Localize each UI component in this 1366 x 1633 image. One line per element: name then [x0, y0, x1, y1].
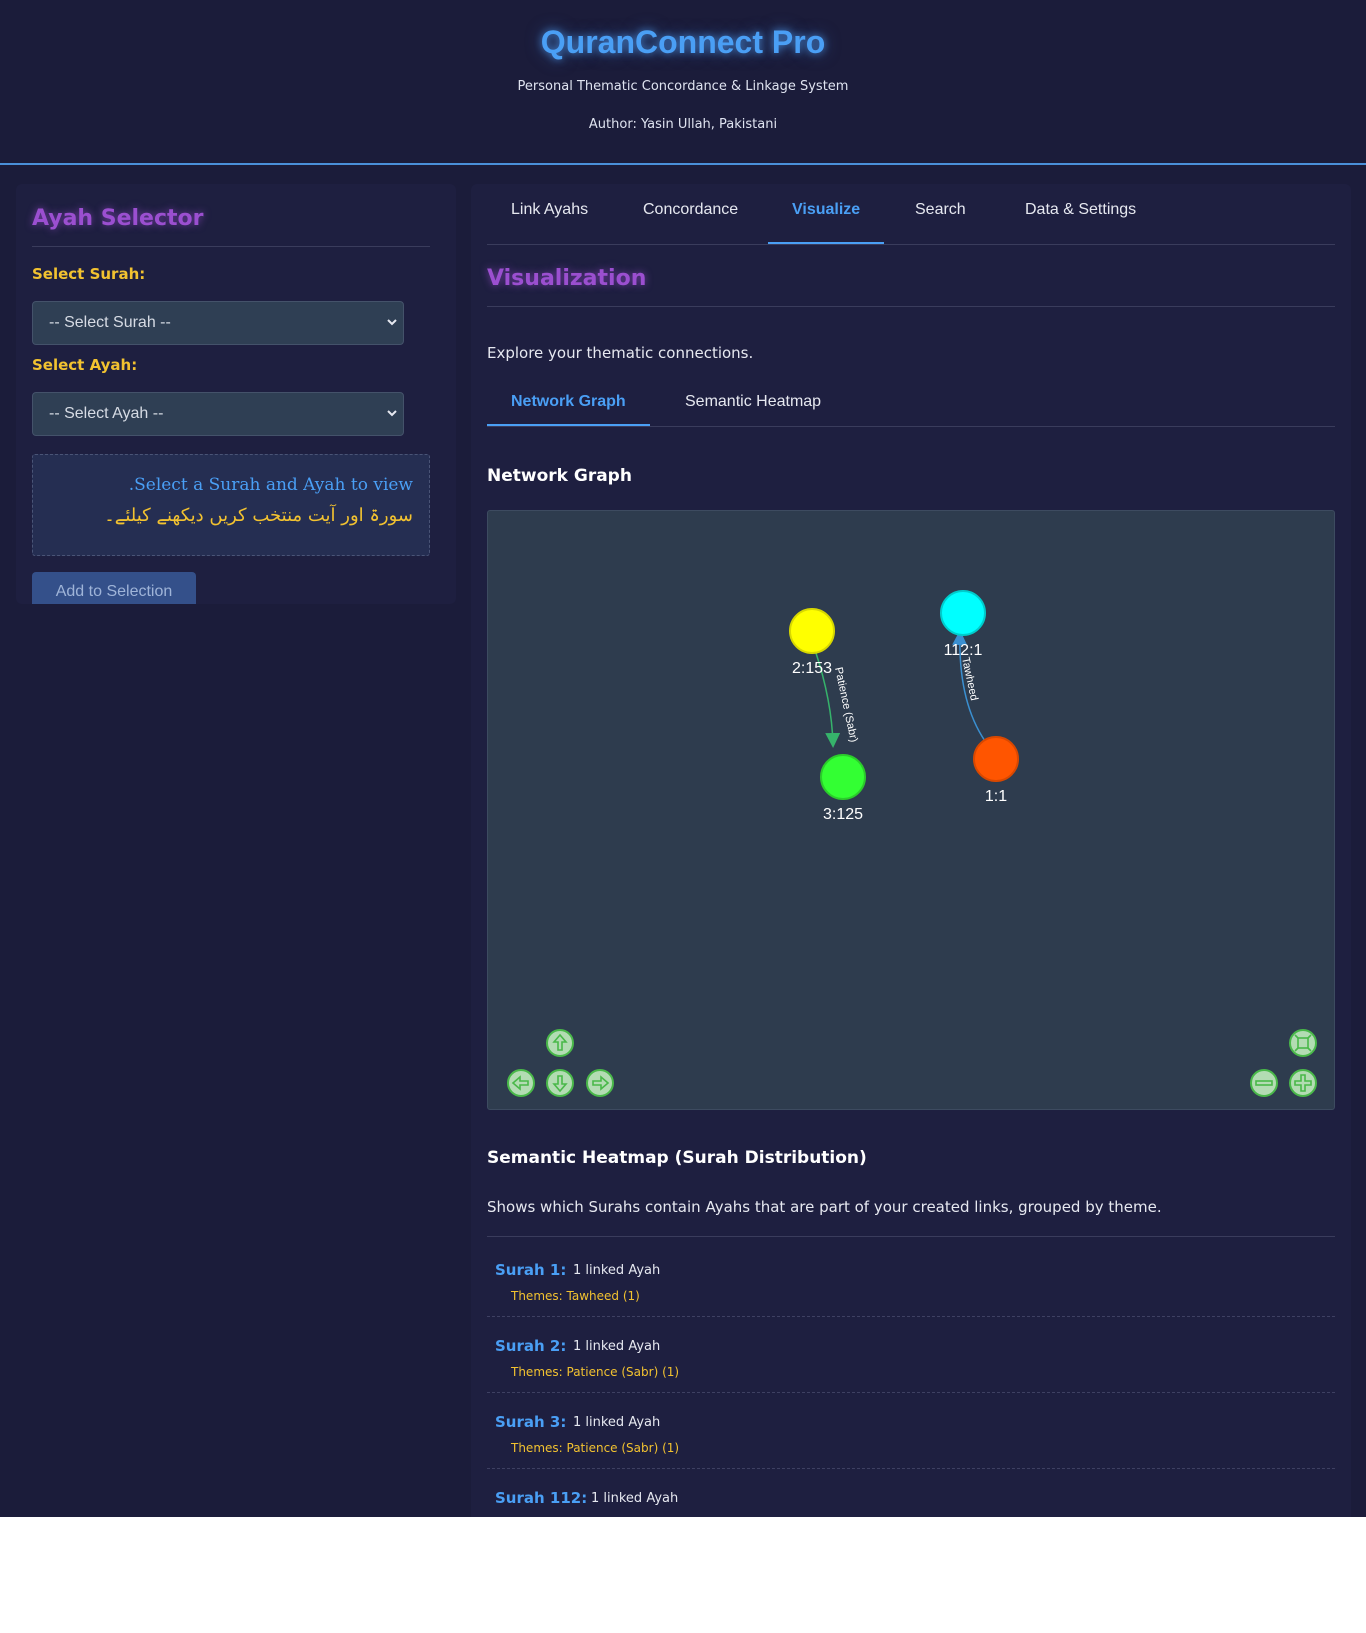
ayah-select-value: -- Select Ayah -- [49, 405, 164, 422]
pan-left-button[interactable] [507, 1069, 535, 1097]
tab-search[interactable]: Search [891, 184, 990, 244]
heatmap-themes: Themes: Tawheed (1) [511, 1289, 640, 1303]
surah-select-label: Select Surah: [32, 265, 146, 283]
app-author: Author: Yasin Ullah, Pakistani [588, 117, 778, 132]
visualization-intro: Explore your thematic connections. [487, 344, 754, 362]
pan-down-button[interactable] [546, 1069, 574, 1097]
app-subtitle: Personal Thematic Concordance & Linkage … [517, 79, 849, 94]
graph-node-1-1[interactable] [973, 736, 1019, 782]
chevron-down-icon [387, 302, 397, 362]
heatmap-themes: Themes: Patience (Sabr) (1) [511, 1365, 680, 1379]
graph-node-2-153[interactable] [789, 608, 835, 654]
heatmap-surah: Surah 112: [495, 1489, 588, 1507]
network-graph-canvas[interactable]: Patience (Sabr) Tawheed 2:153 3:125 112:… [487, 510, 1335, 1110]
heatmap-count: 1 linked Ayah [573, 1415, 661, 1430]
graph-node-3-125[interactable] [820, 754, 866, 800]
heatmap-count: 1 linked Ayah [573, 1339, 661, 1354]
zoom-extent-button[interactable] [1289, 1029, 1317, 1057]
heatmap-row: Surah 112: 1 linked Ayah [487, 1469, 1335, 1517]
app-root: QuranConnect Pro Personal Thematic Conco… [0, 0, 1366, 1517]
edge-label-patience: Patience (Sabr) [832, 666, 860, 743]
main-tabs: Link Ayahs Concordance Visualize Search … [487, 184, 1335, 245]
heatmap-row: Surah 1: 1 linked Ayah Themes: Tawheed (… [487, 1241, 1335, 1317]
zoom-out-button[interactable] [1250, 1069, 1278, 1097]
visualization-subtabs: Network Graph Semantic Heatmap [487, 384, 1335, 427]
heatmap-row: Surah 2: 1 linked Ayah Themes: Patience … [487, 1317, 1335, 1393]
divider [32, 246, 430, 247]
tab-link-ayahs[interactable]: Link Ayahs [487, 184, 612, 244]
divider [487, 306, 1335, 307]
divider [487, 1236, 1335, 1237]
subtab-network-graph[interactable]: Network Graph [487, 384, 650, 426]
pan-up-button[interactable] [546, 1029, 574, 1057]
heatmap-surah: Surah 1: [495, 1261, 567, 1279]
ayah-selector-panel: Ayah Selector Select Surah: -- Select Su… [16, 184, 456, 604]
node-label-3-125: 3:125 [823, 806, 863, 823]
surah-select-value: -- Select Surah -- [49, 314, 171, 331]
heatmap-description: Shows which Surahs contain Ayahs that ar… [487, 1198, 1162, 1216]
heatmap-count: 1 linked Ayah [573, 1263, 661, 1278]
ayah-select-label: Select Ayah: [32, 356, 138, 374]
subtab-semantic-heatmap[interactable]: Semantic Heatmap [661, 384, 845, 426]
ayah-select[interactable]: -- Select Ayah -- [32, 392, 404, 436]
app-header: QuranConnect Pro Personal Thematic Conco… [0, 0, 1366, 165]
pan-right-button[interactable] [586, 1069, 614, 1097]
graph-node-112-1[interactable] [940, 590, 986, 636]
chevron-down-icon [387, 393, 397, 453]
node-label-1-1: 1:1 [985, 788, 1007, 805]
heatmap-themes: Themes: Patience (Sabr) (1) [511, 1441, 680, 1455]
heatmap-row: Surah 3: 1 linked Ayah Themes: Patience … [487, 1393, 1335, 1469]
ayah-selector-title: Ayah Selector [32, 206, 204, 231]
ayah-display-urdu: سورۃ اور آیت منتخب کریں دیکھنے کیلئے۔ [104, 505, 413, 526]
heatmap-title: Semantic Heatmap (Surah Distribution) [487, 1148, 867, 1168]
app-title: QuranConnect Pro [540, 24, 826, 60]
tab-data-settings[interactable]: Data & Settings [1001, 184, 1160, 244]
heatmap-surah: Surah 3: [495, 1413, 567, 1431]
node-label-2-153: 2:153 [792, 660, 832, 677]
surah-select[interactable]: -- Select Surah -- [32, 301, 404, 345]
network-graph-svg: Patience (Sabr) Tawheed 2:153 3:125 112:… [507, 590, 1317, 1097]
heatmap-count: 1 linked Ayah [591, 1491, 679, 1506]
main-panel: Link Ayahs Concordance Visualize Search … [471, 184, 1351, 1517]
network-graph-title: Network Graph [487, 466, 632, 486]
ayah-display: .Select a Surah and Ayah to view سورۃ او… [32, 454, 430, 556]
add-to-selection-button[interactable]: Add to Selection [32, 572, 196, 604]
zoom-in-button[interactable] [1289, 1069, 1317, 1097]
tab-visualize[interactable]: Visualize [768, 184, 885, 244]
visualization-title: Visualization [487, 266, 647, 291]
heatmap-surah: Surah 2: [495, 1337, 567, 1355]
ayah-display-english: .Select a Surah and Ayah to view [128, 475, 413, 495]
tab-concordance[interactable]: Concordance [619, 184, 762, 244]
node-label-112-1: 112:1 [944, 642, 983, 659]
